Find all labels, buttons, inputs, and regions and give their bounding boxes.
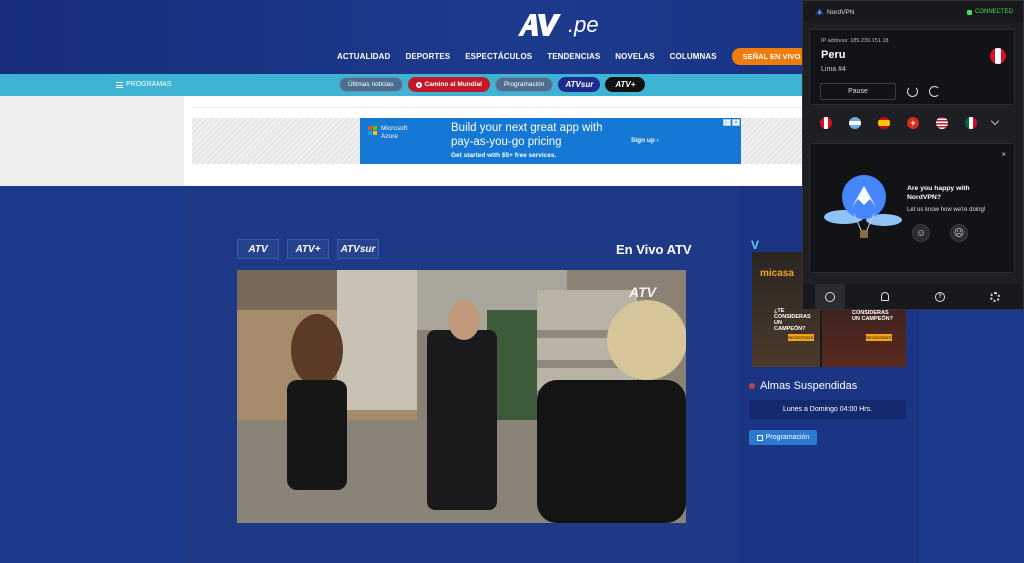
video-watermark: ATV bbox=[629, 284, 656, 300]
ip-address: IP address: 185.239.151.18 bbox=[821, 38, 889, 44]
banner-brand: micasa bbox=[760, 268, 794, 279]
feedback-close-icon[interactable]: × bbox=[1001, 150, 1006, 159]
peru-flag-icon bbox=[990, 48, 1006, 64]
tab-help[interactable]: ? bbox=[912, 284, 967, 309]
ad-subline: Get started with $5+ free services. bbox=[451, 152, 557, 159]
channel-atv-sur[interactable]: ATVsur bbox=[337, 239, 379, 259]
gear-icon bbox=[990, 291, 1001, 302]
flag-switzerland-icon[interactable]: + bbox=[907, 117, 919, 129]
ad-divider bbox=[192, 107, 802, 108]
show-schedule: Lunes a Domingo 04:00 Hrs. bbox=[749, 400, 906, 419]
chevron-down-icon[interactable] bbox=[990, 116, 1000, 126]
ad-headline: Build your next great app with pay-as-yo… bbox=[451, 122, 603, 148]
feedback-card: × Are you happy with NordVPN? Let us kno… bbox=[809, 143, 1015, 273]
flag-argentina-icon[interactable] bbox=[849, 117, 861, 129]
power-icon[interactable] bbox=[907, 86, 918, 97]
azure-brand: Microsoft Azure bbox=[381, 125, 407, 140]
programs-menu[interactable]: PROGRAMAS bbox=[116, 81, 172, 88]
ad-controls: ▷ ✕ bbox=[723, 119, 740, 126]
live-title: En Vivo ATV bbox=[616, 242, 692, 257]
flag-spain-icon[interactable] bbox=[878, 117, 890, 129]
ad-close-icon[interactable]: ✕ bbox=[732, 119, 740, 126]
sidebar-v-icon: V bbox=[751, 238, 760, 252]
tab-globe[interactable] bbox=[815, 284, 845, 309]
globe-icon bbox=[825, 291, 835, 302]
calendar-icon bbox=[756, 434, 763, 441]
channel-atv[interactable]: ATV bbox=[237, 239, 279, 259]
help-icon: ? bbox=[934, 291, 945, 302]
channel-atv-plus[interactable]: ATV+ bbox=[287, 239, 329, 259]
flag-usa-icon[interactable] bbox=[936, 117, 948, 129]
bell-icon bbox=[880, 292, 889, 301]
azure-brand-line2: Azure bbox=[381, 132, 398, 140]
nav-novelas[interactable]: NOVELAS bbox=[615, 52, 654, 61]
video-frame bbox=[237, 270, 686, 523]
site-logo[interactable]: .pe bbox=[516, 10, 599, 40]
pill-world-cup[interactable]: Camino al Mundial bbox=[407, 77, 490, 92]
balloon-illustration-icon bbox=[824, 175, 902, 238]
connected-server: Lima #4 bbox=[821, 66, 846, 73]
microsoft-logo-icon bbox=[368, 126, 377, 135]
quick-connect-flags: + bbox=[820, 116, 1000, 129]
bullet-icon bbox=[749, 383, 755, 389]
tab-notifications[interactable] bbox=[857, 284, 912, 309]
vpn-brand-label: NordVPN bbox=[827, 8, 855, 16]
lock-icon bbox=[966, 9, 972, 15]
tab-settings[interactable] bbox=[968, 284, 1023, 309]
banner-register-button-left[interactable]: REGÍSTRATE bbox=[788, 334, 814, 341]
feedback-question: Are you happy with NordVPN? bbox=[907, 185, 970, 201]
live-signal-button[interactable]: SEÑAL EN VIVO bbox=[731, 48, 812, 65]
sub-pills: Últimas noticias Camino al Mundial Progr… bbox=[339, 77, 646, 92]
nordvpn-logo-icon bbox=[815, 8, 824, 16]
azure-brand-line1: Microsoft bbox=[381, 125, 408, 132]
vpn-brand: NordVPN bbox=[815, 8, 855, 16]
atv-logo-mark bbox=[518, 14, 561, 36]
video-player[interactable]: ATV bbox=[237, 270, 686, 523]
nav-actualidad[interactable]: ACTUALIDAD bbox=[337, 52, 390, 61]
programacion-label: Programación bbox=[765, 434, 810, 441]
pill-atv-sur[interactable]: ATVsur bbox=[558, 77, 601, 92]
vpn-status-label: CONNECTED bbox=[974, 9, 1013, 15]
pill-world-cup-label: Camino al Mundial bbox=[424, 81, 482, 88]
programs-label: PROGRAMAS bbox=[126, 81, 172, 88]
main-nav: ACTUALIDAD DEPORTES ESPECTÁCULOS TENDENC… bbox=[337, 48, 812, 65]
pause-button[interactable]: Pause bbox=[820, 83, 896, 100]
banner-register-button-right[interactable]: REGÍSTRATE bbox=[866, 334, 892, 341]
show-title-text: Almas Suspendidas bbox=[760, 380, 858, 392]
nav-deportes[interactable]: DEPORTES bbox=[405, 52, 450, 61]
nav-columnas[interactable]: COLUMNAS bbox=[670, 52, 717, 61]
banner-text-left: ¿TE CONSIDERAS UN CAMPEÓN? bbox=[774, 308, 811, 332]
sad-face-icon[interactable]: ☹ bbox=[950, 224, 968, 242]
pill-schedule[interactable]: Programación bbox=[494, 77, 554, 92]
logo-suffix: .pe bbox=[568, 12, 599, 37]
flag-peru-icon[interactable] bbox=[820, 117, 832, 129]
vpn-titlebar: NordVPN CONNECTED bbox=[803, 1, 1023, 23]
vpn-status: CONNECTED bbox=[966, 9, 1013, 15]
happy-face-icon[interactable]: ☺ bbox=[912, 224, 930, 242]
nordvpn-window: NordVPN CONNECTED IP address: 185.239.15… bbox=[802, 0, 1024, 310]
nav-espectaculos[interactable]: ESPECTÁCULOS bbox=[465, 52, 532, 61]
show-title: Almas Suspendidas bbox=[749, 380, 857, 392]
pill-atv-plus[interactable]: ATV+ bbox=[605, 77, 646, 92]
ad-left-gutter bbox=[0, 96, 184, 186]
ball-icon bbox=[415, 81, 422, 88]
channel-selector: ATV ATV+ ATVsur bbox=[237, 239, 379, 259]
flag-mexico-icon[interactable] bbox=[965, 117, 977, 129]
azure-ad[interactable]: Microsoft Azure Build your next great ap… bbox=[360, 118, 741, 164]
ad-signup-button[interactable]: Sign up › bbox=[631, 137, 659, 144]
refresh-icon[interactable] bbox=[929, 86, 940, 97]
adchoices-icon[interactable]: ▷ bbox=[723, 119, 731, 126]
pill-latest-news[interactable]: Últimas noticias bbox=[339, 77, 403, 92]
connected-country: Peru bbox=[821, 49, 846, 61]
nav-tendencias[interactable]: TENDENCIAS bbox=[547, 52, 600, 61]
hamburger-icon bbox=[116, 81, 123, 88]
connection-card: IP address: 185.239.151.18 Peru Lima #4 … bbox=[809, 29, 1015, 105]
programacion-button[interactable]: Programación bbox=[749, 430, 817, 445]
vpn-bottom-tabs: ? bbox=[803, 284, 1023, 309]
feedback-subtext: Let us know how we're doing! bbox=[907, 207, 986, 213]
